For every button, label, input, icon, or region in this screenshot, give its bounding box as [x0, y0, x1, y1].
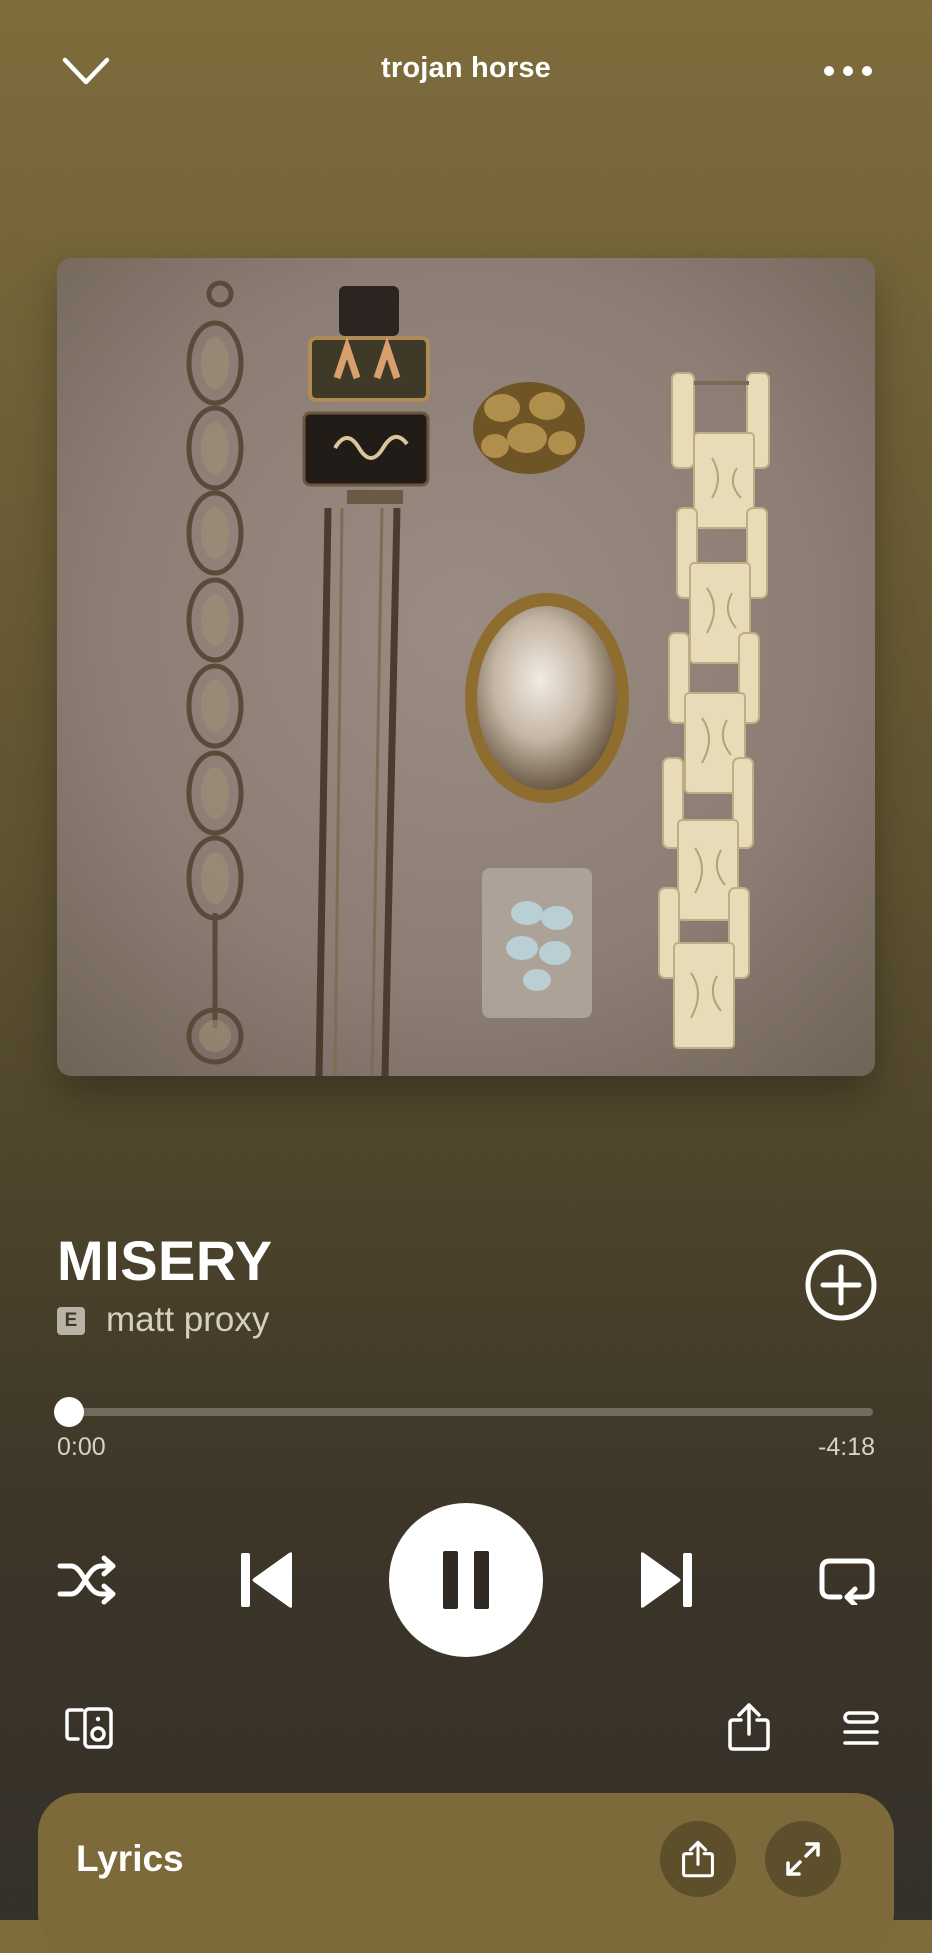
share-icon — [728, 1703, 770, 1751]
explicit-badge: E — [57, 1307, 85, 1335]
lyrics-label: Lyrics — [76, 1838, 184, 1879]
pause-icon — [443, 1551, 489, 1609]
skip-previous-icon — [241, 1552, 292, 1608]
next-button[interactable] — [636, 1546, 698, 1614]
share-button[interactable] — [722, 1700, 776, 1754]
track-title: MISERY — [57, 1229, 273, 1292]
lyrics-expand-button[interactable] — [765, 1821, 841, 1897]
artist-name[interactable]: matt proxy — [106, 1300, 269, 1340]
progress-bar[interactable] — [57, 1408, 873, 1416]
album-art-image — [57, 258, 875, 1076]
album-art — [57, 258, 875, 1076]
devices-icon — [65, 1707, 113, 1749]
now-playing-screen: { "header": { "title": "trojan horse", "… — [0, 0, 932, 1953]
more-horizontal-icon — [824, 66, 872, 76]
remaining-time: -4:18 — [818, 1433, 875, 1461]
queue-button[interactable] — [838, 1706, 884, 1752]
repeat-button[interactable] — [814, 1550, 880, 1610]
elapsed-time: 0:00 — [57, 1433, 106, 1461]
queue-icon — [843, 1711, 879, 1745]
add-to-library-button[interactable] — [804, 1248, 878, 1322]
playlist-title: trojan horse — [381, 52, 551, 84]
devices-button[interactable] — [62, 1704, 116, 1752]
shuffle-button[interactable] — [54, 1550, 120, 1610]
share-icon — [682, 1840, 714, 1878]
plus-circle-icon — [805, 1249, 877, 1321]
play-pause-button[interactable] — [389, 1503, 543, 1657]
previous-button[interactable] — [235, 1546, 297, 1614]
skip-next-icon — [641, 1552, 692, 1608]
lyrics-share-button[interactable] — [660, 1821, 736, 1897]
shuffle-icon — [57, 1555, 116, 1605]
expand-icon — [786, 1842, 820, 1876]
repeat-icon — [819, 1558, 875, 1605]
progress-handle[interactable] — [54, 1397, 84, 1427]
more-options-button[interactable] — [816, 50, 880, 92]
